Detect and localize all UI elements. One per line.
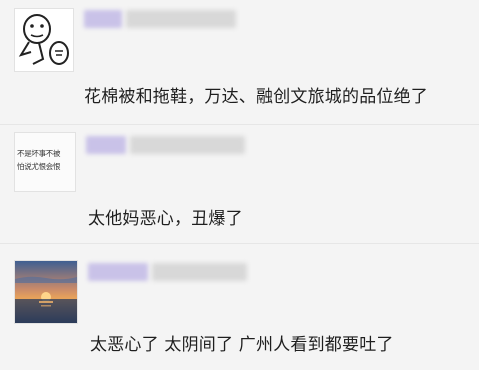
- username-blurred[interactable]: [86, 136, 126, 154]
- comment-text: 太恶心了 太阴间了 广州人看到都要吐了: [90, 335, 394, 355]
- avatar[interactable]: [14, 8, 74, 72]
- comment-text: 太他妈恶心，丑爆了: [88, 209, 243, 229]
- username-blurred[interactable]: [84, 10, 122, 28]
- avatar[interactable]: 不是坏事不被 怕说尤恨会恨: [14, 132, 76, 192]
- comment-text: 花棉被和拖鞋，万达、融创文旅城的品位绝了: [84, 87, 428, 107]
- comment-item: 不是坏事不被 怕说尤恨会恨 太他妈恶心，丑爆了: [0, 124, 479, 243]
- comment-item: 花棉被和拖鞋，万达、融创文旅城的品位绝了: [0, 0, 479, 124]
- meta-blurred: [152, 263, 247, 281]
- handwriting-note-icon: 不是坏事不被 怕说尤恨会恨: [15, 133, 75, 191]
- sunset-photo-icon: [15, 261, 77, 323]
- cartoon-doodle-icon: [15, 9, 73, 71]
- comment-item: 太恶心了 太阴间了 广州人看到都要吐了: [0, 243, 479, 370]
- avatar[interactable]: [14, 260, 78, 324]
- username-blurred[interactable]: [88, 263, 148, 281]
- avatar-line: 怕说尤恨会恨: [17, 162, 61, 171]
- meta-blurred: [130, 136, 245, 154]
- avatar-line: 不是坏事不被: [17, 149, 61, 158]
- meta-blurred: [126, 10, 236, 28]
